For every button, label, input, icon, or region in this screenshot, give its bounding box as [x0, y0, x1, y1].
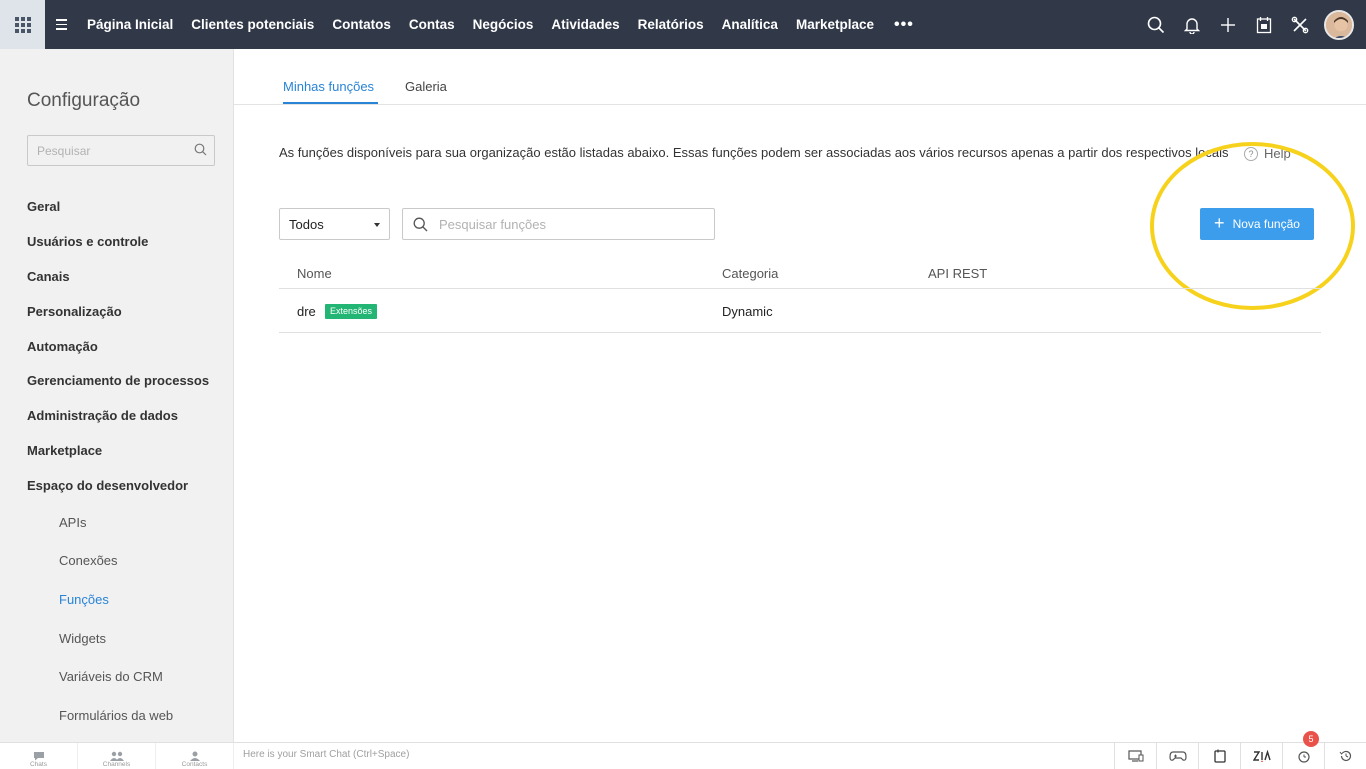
menu-button[interactable] [45, 0, 77, 49]
hamburger-icon [46, 19, 76, 30]
bottom-tab-channels[interactable]: Channels [78, 743, 156, 769]
search-icon[interactable] [194, 143, 207, 161]
tab-bar: Minhas funções Galeria [234, 49, 1366, 105]
nav-item-contacts[interactable]: Contatos [332, 17, 391, 32]
smart-chat-input[interactable]: Here is your Smart Chat (Ctrl+Space) [243, 749, 409, 760]
sidebar-search-input[interactable] [28, 136, 178, 165]
bottom-tools [1114, 743, 1366, 769]
main-nav: Página Inicial Clientes potenciais Conta… [87, 16, 914, 34]
sidebar-subitem-crm-variables[interactable]: Variáveis do CRM [59, 669, 163, 684]
notes-icon[interactable] [1198, 743, 1240, 769]
tab-gallery[interactable]: Galeria [405, 79, 447, 94]
top-icons [1138, 0, 1366, 49]
nav-item-activities[interactable]: Atividades [551, 17, 619, 32]
table-row-divider [279, 332, 1321, 333]
bell-icon[interactable] [1174, 0, 1210, 49]
caret-down-icon [374, 223, 380, 227]
filter-dropdown[interactable]: Todos [279, 208, 390, 240]
sidebar-subitem-connections[interactable]: Conexões [59, 553, 118, 568]
active-tab-indicator [283, 102, 378, 104]
function-name-link[interactable]: dre [297, 304, 316, 319]
notification-badge: 5 [1303, 731, 1319, 747]
column-header-rest-api[interactable]: API REST [928, 266, 987, 281]
plus-icon[interactable] [1210, 0, 1246, 49]
sidebar-item-users[interactable]: Usuários e controle [27, 234, 148, 249]
sidebar-item-automation[interactable]: Automação [27, 339, 98, 354]
calendar-icon[interactable] [1246, 0, 1282, 49]
help-icon: ? [1244, 146, 1258, 161]
sidebar-item-channels[interactable]: Canais [27, 269, 70, 284]
bottom-tab-label: Contacts [181, 761, 208, 768]
gamepad-icon[interactable] [1156, 743, 1198, 769]
contact-icon [189, 751, 200, 761]
sidebar-item-developer-space[interactable]: Espaço do desenvolvedor [27, 478, 188, 493]
nav-item-home[interactable]: Página Inicial [87, 17, 173, 32]
plus-icon: + [1214, 213, 1225, 233]
screen-share-icon[interactable] [1114, 743, 1156, 769]
tab-my-functions[interactable]: Minhas funções [283, 79, 374, 94]
chat-icon [33, 752, 44, 761]
sidebar-item-marketplace[interactable]: Marketplace [27, 443, 102, 458]
nav-item-accounts[interactable]: Contas [409, 17, 455, 32]
sidebar-item-customization[interactable]: Personalização [27, 304, 122, 319]
nav-item-deals[interactable]: Negócios [473, 17, 534, 32]
sidebar-item-process-management[interactable]: Gerenciamento de processos [27, 373, 209, 388]
nav-item-analytics[interactable]: Analítica [722, 17, 778, 32]
functions-search-input[interactable] [439, 209, 699, 239]
sidebar-search [27, 135, 215, 166]
sidebar-subitem-widgets[interactable]: Widgets [59, 631, 106, 646]
nav-item-marketplace[interactable]: Marketplace [796, 17, 874, 32]
avatar[interactable] [1324, 9, 1354, 40]
new-function-button[interactable]: + Nova função [1200, 208, 1314, 240]
bottom-tab-label: Chats [30, 761, 47, 768]
table-header-divider [279, 288, 1321, 289]
help-link[interactable]: ? Help [1244, 146, 1291, 161]
search-icon[interactable] [1138, 0, 1174, 49]
filter-dropdown-value: Todos [289, 217, 324, 232]
top-navbar: Página Inicial Clientes potenciais Conta… [0, 0, 1366, 49]
search-icon [413, 217, 428, 237]
new-function-label: Nova função [1232, 217, 1300, 231]
bottom-tab-label: Channels [102, 761, 131, 768]
settings-sidebar: Configuração Geral Usuários e controle C… [0, 49, 234, 742]
nav-item-reports[interactable]: Relatórios [638, 17, 704, 32]
nav-item-leads[interactable]: Clientes potenciais [191, 17, 314, 32]
bottom-bar: Chats Channels Contacts Here is your Sma… [0, 742, 1366, 769]
bottom-tab-chats[interactable]: Chats [0, 743, 78, 769]
sidebar-item-general[interactable]: Geral [27, 199, 60, 214]
bottom-tabs: Chats Channels Contacts [0, 743, 234, 769]
sidebar-subitem-functions[interactable]: Funções [59, 592, 109, 607]
sidebar-item-data-administration[interactable]: Administração de dados [27, 408, 178, 423]
zia-icon[interactable] [1240, 743, 1282, 769]
apps-grid-button[interactable] [0, 0, 45, 49]
channels-icon [109, 751, 124, 761]
sidebar-subitem-apis[interactable]: APIs [59, 515, 86, 530]
more-menu-button[interactable]: ••• [894, 16, 914, 34]
alarm-icon[interactable] [1282, 743, 1324, 769]
bottom-tab-contacts[interactable]: Contacts [156, 743, 234, 769]
extension-badge: Extensões [325, 304, 378, 319]
sidebar-title: Configuração [27, 90, 141, 111]
help-label: Help [1264, 146, 1291, 161]
functions-search [402, 208, 715, 240]
apps-grid-icon [14, 16, 31, 33]
page-description: As funções disponíveis para sua organiza… [279, 145, 1229, 160]
column-header-category[interactable]: Categoria [722, 266, 778, 281]
tools-icon[interactable] [1282, 0, 1318, 49]
column-header-name[interactable]: Nome [297, 266, 332, 281]
function-category: Dynamic [722, 304, 773, 319]
history-icon[interactable] [1324, 743, 1366, 769]
sidebar-subitem-web-forms[interactable]: Formulários da web [59, 708, 173, 723]
